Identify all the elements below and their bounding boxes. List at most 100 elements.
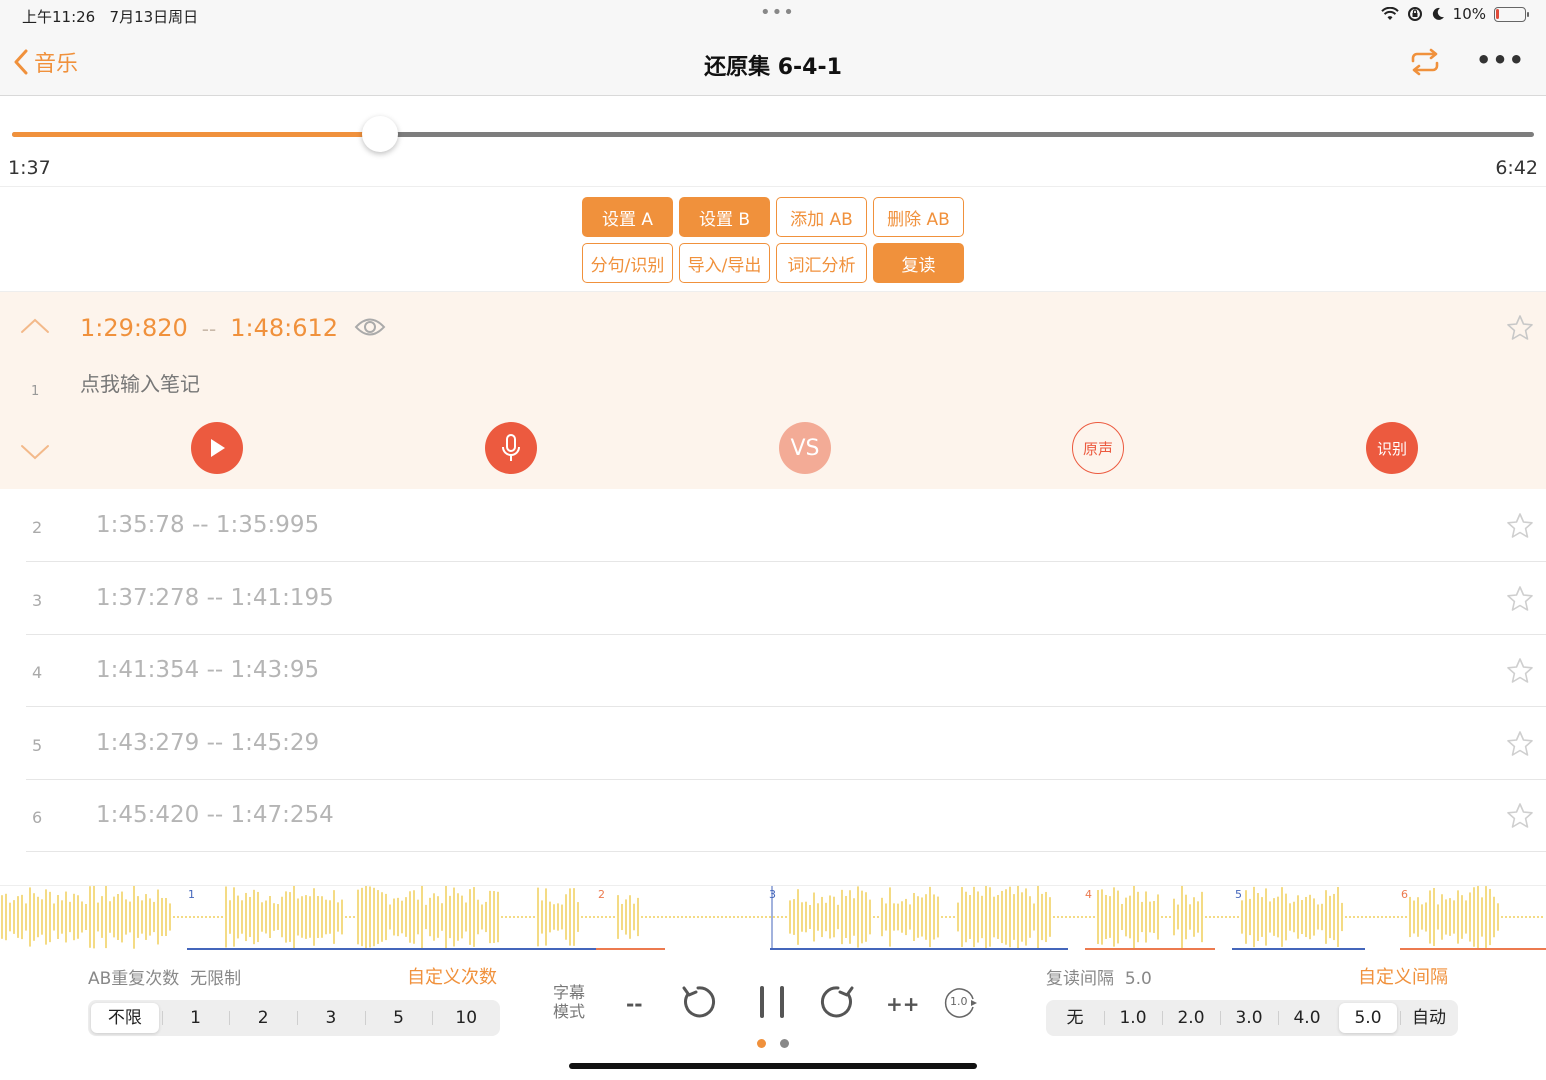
ab-repeat-option[interactable]: 1 — [161, 1003, 230, 1033]
repeat-interval-option[interactable]: 5.0 — [1339, 1003, 1397, 1033]
battery-icon — [1494, 6, 1529, 22]
repeat-interval-option[interactable]: 自动 — [1400, 1003, 1458, 1033]
segment-range: 1:43:279 -- 1:45:29 — [96, 730, 320, 756]
repeat-icon[interactable] — [1408, 48, 1442, 76]
total-time: 6:42 — [1495, 157, 1538, 179]
repeat-interval-option[interactable]: 1.0 — [1104, 1003, 1162, 1033]
split-recognize-button[interactable]: 分句/识别 — [582, 243, 673, 283]
waveform-marker: 3 — [769, 888, 776, 901]
record-button[interactable] — [485, 422, 537, 474]
segment-number: 2 — [32, 518, 43, 537]
progress-thumb[interactable] — [362, 116, 399, 152]
nav-bar: 音乐 还原集 6-4-1 ••• — [0, 32, 1546, 96]
page-title: 还原集 6-4-1 — [704, 55, 842, 80]
recognize-button[interactable]: 识别 — [1366, 422, 1418, 474]
list-item[interactable]: 6 1:45:420 -- 1:47:254 — [26, 780, 1546, 852]
pause-icon[interactable] — [756, 984, 788, 1020]
segment-range: 1:35:78 -- 1:35:995 — [96, 512, 320, 538]
list-item[interactable]: 2 1:35:78 -- 1:35:995 — [26, 490, 1546, 562]
progress-fill — [12, 132, 381, 137]
battery-percent: 10% — [1452, 5, 1486, 23]
segment-range: 1:29:820 -- 1:48:612 — [80, 314, 339, 342]
repeat-read-button[interactable]: 复读 — [873, 243, 964, 283]
eye-icon[interactable] — [354, 316, 386, 338]
progress-track[interactable] — [12, 132, 1534, 137]
repeat-interval-option[interactable]: 无 — [1046, 1003, 1104, 1033]
custom-count-link[interactable]: 自定义次数 — [407, 963, 497, 989]
star-icon[interactable] — [1506, 657, 1534, 685]
segment-number: 3 — [32, 591, 43, 610]
ab-button-grid: 设置 A 设置 B 添加 AB 删除 AB 分句/识别 导入/导出 词汇分析 复… — [0, 188, 1546, 292]
ab-repeat-option[interactable]: 不限 — [91, 1003, 159, 1033]
speed-button[interactable]: 1.0 — [944, 987, 978, 1019]
current-time: 1:37 — [8, 157, 51, 179]
repeat-interval-option[interactable]: 2.0 — [1162, 1003, 1220, 1033]
set-a-button[interactable]: 设置 A — [582, 197, 673, 237]
note-input[interactable]: 点我输入笔记 — [80, 368, 200, 397]
ab-repeat-option[interactable]: 10 — [432, 1003, 500, 1033]
active-segment[interactable]: 1:29:820 -- 1:48:612 1 点我输入笔记 VS 原声 识别 — [0, 292, 1546, 489]
ab-repeat-selector[interactable]: 不限 1 2 3 5 10 — [88, 1000, 500, 1036]
repeat-interval-selector[interactable]: 无 1.0 2.0 3.0 4.0 5.0 自动 — [1046, 1000, 1458, 1036]
bottom-controls: AB重复次数 无限制 自定义次数 不限 1 2 3 5 10 字幕 模式 -- ++ 1.0… — [0, 952, 1546, 1080]
segment-range: 1:45:420 -- 1:47:254 — [96, 802, 334, 828]
play-icon — [211, 439, 225, 457]
status-time: 上午11:26 7月13日周日 — [22, 8, 199, 26]
segment-range: 1:41:354 -- 1:43:95 — [96, 657, 320, 683]
ab-repeat-option[interactable]: 2 — [229, 1003, 297, 1033]
status-bar: 上午11:26 7月13日周日 ••• 10% — [0, 0, 1546, 32]
rewind-icon[interactable] — [678, 982, 718, 1022]
star-icon[interactable] — [1506, 802, 1534, 830]
segment-number: 4 — [32, 663, 43, 682]
chevron-down-icon[interactable] — [20, 444, 50, 460]
add-ab-button[interactable]: 添加 AB — [776, 197, 867, 237]
compare-button[interactable]: VS — [779, 422, 831, 474]
segment-number: 5 — [32, 736, 43, 755]
segment-number: 6 — [32, 808, 43, 827]
star-icon[interactable] — [1506, 730, 1534, 758]
ab-repeat-label: AB重复次数 无限制 — [88, 969, 242, 989]
multitask-dots[interactable]: ••• — [760, 2, 795, 23]
segment-index: 1 — [31, 384, 40, 399]
status-right: 10% — [1380, 5, 1529, 23]
progress-area: 1:37 6:42 — [0, 97, 1546, 187]
list-item[interactable]: 3 1:37:278 -- 1:41:195 — [26, 563, 1546, 635]
import-export-button[interactable]: 导入/导出 — [679, 243, 770, 283]
subtitle-mode-button[interactable]: 字幕 模式 — [553, 983, 585, 1021]
list-item[interactable]: 5 1:43:279 -- 1:45:29 — [26, 708, 1546, 780]
custom-interval-link[interactable]: 自定义间隔 — [1358, 963, 1448, 989]
waveform-canvas[interactable]: 1 2 3 4 5 6 — [0, 885, 1546, 952]
star-icon[interactable] — [1506, 314, 1534, 342]
original-sound-button[interactable]: 原声 — [1072, 422, 1124, 474]
list-item[interactable]: 4 1:41:354 -- 1:43:95 — [26, 635, 1546, 707]
star-icon[interactable] — [1506, 512, 1534, 540]
ab-repeat-option[interactable]: 3 — [297, 1003, 365, 1033]
repeat-interval-option[interactable]: 4.0 — [1278, 1003, 1336, 1033]
segment-range: 1:37:278 -- 1:41:195 — [96, 585, 334, 611]
star-icon[interactable] — [1506, 585, 1534, 613]
vocabulary-analysis-button[interactable]: 词汇分析 — [776, 243, 867, 283]
page-dot[interactable] — [780, 1039, 789, 1048]
play-button[interactable] — [191, 422, 243, 474]
repeat-interval-option[interactable]: 3.0 — [1220, 1003, 1278, 1033]
ab-repeat-option[interactable]: 5 — [364, 1003, 433, 1033]
decrease-button[interactable]: -- — [626, 992, 643, 1016]
moon-icon — [1432, 7, 1444, 20]
waveform[interactable]: 1 2 3 4 5 6 — [0, 885, 1546, 951]
orientation-lock-icon — [1407, 7, 1422, 21]
waveform-marker: 2 — [598, 888, 605, 901]
set-b-button[interactable]: 设置 B — [679, 197, 770, 237]
microphone-icon — [502, 434, 520, 461]
wifi-icon — [1380, 7, 1399, 20]
home-indicator[interactable] — [569, 1063, 977, 1069]
more-icon[interactable]: ••• — [1476, 46, 1525, 74]
page-dot-active[interactable] — [757, 1039, 766, 1048]
waveform-marker: 4 — [1085, 888, 1092, 901]
delete-ab-button[interactable]: 删除 AB — [873, 197, 964, 237]
chevron-up-icon[interactable] — [20, 318, 50, 334]
speed-value: 1.0 — [950, 995, 968, 1008]
forward-icon[interactable] — [818, 982, 858, 1022]
waveform-marker: 1 — [188, 888, 195, 901]
waveform-marker: 6 — [1401, 888, 1408, 901]
increase-button[interactable]: ++ — [886, 992, 920, 1016]
